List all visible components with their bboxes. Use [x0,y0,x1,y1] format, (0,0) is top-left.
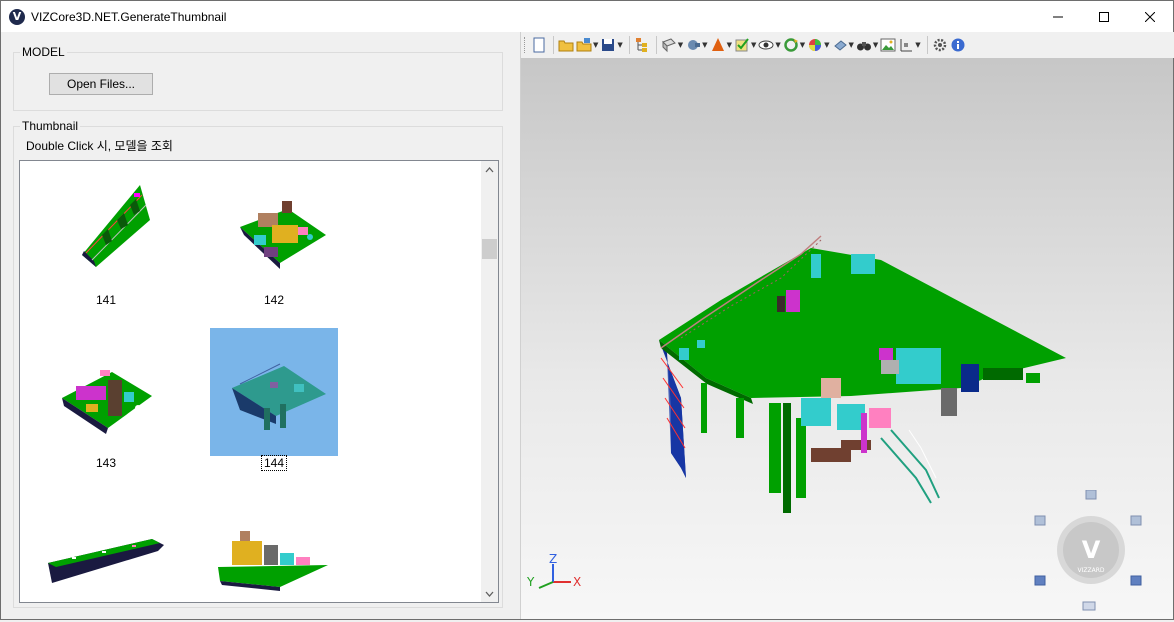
axis-x-label: X [573,575,581,589]
close-button[interactable] [1127,1,1173,32]
new-button[interactable] [531,36,547,54]
info-icon [951,38,965,52]
measure-button[interactable]: ▼ [898,36,921,54]
tree-icon [635,38,647,52]
camera-button[interactable]: ▼ [685,36,708,54]
open-button[interactable] [558,36,574,54]
find-button[interactable]: ▼ [856,36,878,54]
image-icon [880,38,896,52]
3d-canvas[interactable]: X Z Y V VIZZARD [521,58,1174,619]
box-view-button[interactable]: ▼ [661,36,683,54]
minimize-button[interactable] [1035,1,1081,32]
thumbnail-label: 141 [95,293,117,307]
settings-button[interactable] [932,36,948,54]
window-title: VIZCore3D.NET.GenerateThumbnail [31,9,227,24]
check-button[interactable]: ▼ [734,36,756,54]
thumbnail-image [240,201,326,269]
view-front-cube[interactable] [1034,575,1046,586]
3d-viewer[interactable]: ▼ ▼ ▼ ▼ ▼ ▼ ▼ ▼ ▼ ▼ ▼ ▼ X Z Y V VIZZARD [520,32,1174,619]
tree-button[interactable] [634,36,650,54]
open-files-button[interactable]: Open Files... [49,73,153,95]
thumbnail-label: 143 [95,456,117,470]
thumbnail-image [62,370,152,434]
app-logo-icon: V [9,8,25,25]
list-scrollbar[interactable] [481,161,498,602]
thumbnail-image [82,185,150,267]
thumbnail-item-144[interactable]: 144 [210,328,338,488]
save-button[interactable]: ▼ [600,36,623,54]
visibility-button[interactable]: ▼ [758,36,781,54]
view-bottom-cube[interactable] [1082,601,1096,611]
rotate-icon [783,38,798,52]
shape-button[interactable]: ▼ [710,36,732,54]
left-panel: MODEL Open Files... Thumbnail Double Cli… [1,32,519,619]
thumbnail-label: 142 [263,293,285,307]
app-window: V VIZCore3D.NET.GenerateThumbnail MODEL … [0,0,1174,620]
thumbnail-item-141[interactable]: 141 [42,165,170,325]
thumbnail-item-143[interactable]: 143 [42,328,170,488]
image-button[interactable] [880,36,896,54]
thumbnail-list[interactable]: 141 142 143 144 [19,160,499,603]
view-back-cube[interactable] [1130,575,1142,586]
title-bar[interactable]: V VIZCore3D.NET.GenerateThumbnail [1,1,1173,32]
thumbnail-image [210,328,338,456]
vizzard-logo-letter: V [1082,536,1101,564]
toolbar-grip[interactable] [524,37,527,53]
cone-icon [711,38,724,51]
save-icon [602,39,615,51]
view-right-cube[interactable] [1130,515,1142,526]
thumbnail-group-label: Thumbnail [20,119,81,133]
color-icon [809,39,822,51]
open-multi-icon [576,38,592,52]
settings-icon [933,38,946,52]
scroll-thumb[interactable] [482,239,497,259]
navigation-cube[interactable]: V VIZZARD [1031,490,1151,620]
move-button[interactable]: ▼ [832,36,854,54]
new-file-icon [533,37,545,53]
color-button[interactable]: ▼ [807,36,830,54]
thumbnail-item-5[interactable] [42,491,170,602]
thumbnail-item-6[interactable] [210,491,338,602]
thumbnail-item-142[interactable]: 142 [210,165,338,325]
thumbnail-hint: Double Click 시, 모델을 조회 [26,139,173,153]
vizzard-logo-text: VIZZARD [1078,567,1105,574]
close-icon [1145,11,1155,22]
minimize-icon [1053,16,1063,17]
axis-indicator: X Z Y [526,554,581,589]
move-icon [833,40,847,51]
open-folder-icon [558,40,574,52]
view-top-cube[interactable] [1085,490,1097,500]
thumbnail-image [218,531,328,591]
box-view-icon [661,38,676,53]
eye-icon [758,40,774,50]
checkbox-icon [735,38,749,52]
thumbnail-image [48,539,164,583]
measure-icon [900,39,913,52]
view-left-cube[interactable] [1034,515,1046,526]
binoculars-icon [856,42,871,51]
scroll-up-button[interactable] [481,161,498,178]
scroll-down-button[interactable] [481,585,498,602]
maximize-icon [1099,11,1109,22]
viewer-toolbar: ▼ ▼ ▼ ▼ ▼ ▼ ▼ ▼ ▼ ▼ ▼ ▼ [521,32,1174,58]
open-multi-button[interactable]: ▼ [576,36,598,54]
chevron-down-icon [485,591,494,597]
model-group-label: MODEL [20,45,67,59]
chevron-up-icon [485,166,494,172]
camera-icon [688,40,701,50]
axis-y-label: Y [526,575,535,589]
info-button[interactable] [950,36,966,54]
axis-z-label: Z [549,554,557,566]
thumbnail-label: 144 [260,455,288,471]
maximize-button[interactable] [1081,1,1127,32]
rotate-button[interactable]: ▼ [783,36,805,54]
